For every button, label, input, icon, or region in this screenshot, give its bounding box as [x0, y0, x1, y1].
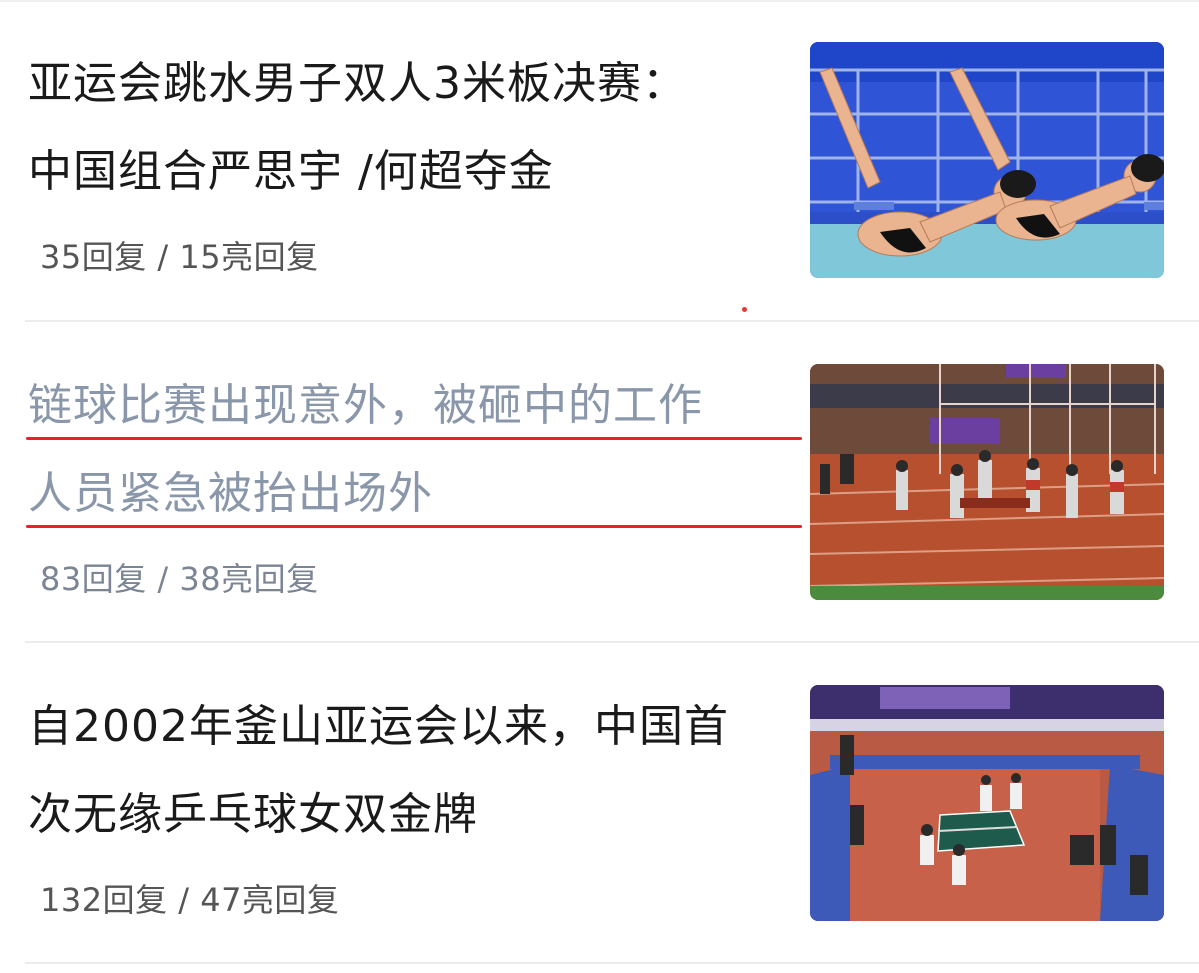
article-thumbnail[interactable]	[810, 685, 1164, 921]
reply-count: 132回复 / 47亮回复	[40, 881, 340, 919]
article-title[interactable]: 自2002年釜山亚运会以来，中国首 次无缘乒乓球女双金牌	[28, 683, 788, 859]
article-title-line: 中国组合严思宇 /何超夺金	[28, 146, 554, 197]
reply-count: 83回复 / 38亮回复	[40, 560, 319, 598]
article-title[interactable]: 链球比赛出现意外，被砸中的工作 人员紧急被抬出场外	[26, 362, 802, 538]
article-item-3[interactable]: 自2002年釜山亚运会以来，中国首 次无缘乒乓球女双金牌 132回复 / 47亮…	[0, 643, 1199, 963]
article-title-line: 人员紧急被抬出场外	[26, 450, 802, 538]
reply-count: 35回复 / 15亮回复	[40, 238, 319, 276]
stray-dot	[742, 307, 747, 312]
table-tennis-photo-icon	[810, 685, 1164, 921]
article-title[interactable]: 亚运会跳水男子双人3米板决赛： 中国组合严思宇 /何超夺金	[28, 40, 788, 216]
article-title-line: 亚运会跳水男子双人3米板决赛：	[28, 58, 687, 109]
article-item-1[interactable]: 亚运会跳水男子双人3米板决赛： 中国组合严思宇 /何超夺金 35回复 / 15亮…	[0, 0, 1199, 320]
hammer-throw-track-photo-icon	[810, 364, 1164, 600]
diving-photo-icon	[810, 42, 1164, 278]
article-thumbnail[interactable]	[810, 364, 1164, 600]
article-item-2[interactable]: 链球比赛出现意外，被砸中的工作 人员紧急被抬出场外 83回复 / 38亮回复	[0, 322, 1199, 642]
article-title-line: 自2002年釜山亚运会以来，中国首	[28, 701, 729, 752]
article-title-line: 次无缘乒乓球女双金牌	[28, 789, 478, 840]
article-title-line: 链球比赛出现意外，被砸中的工作	[26, 362, 802, 450]
article-thumbnail[interactable]	[810, 42, 1164, 278]
divider	[25, 962, 1199, 964]
